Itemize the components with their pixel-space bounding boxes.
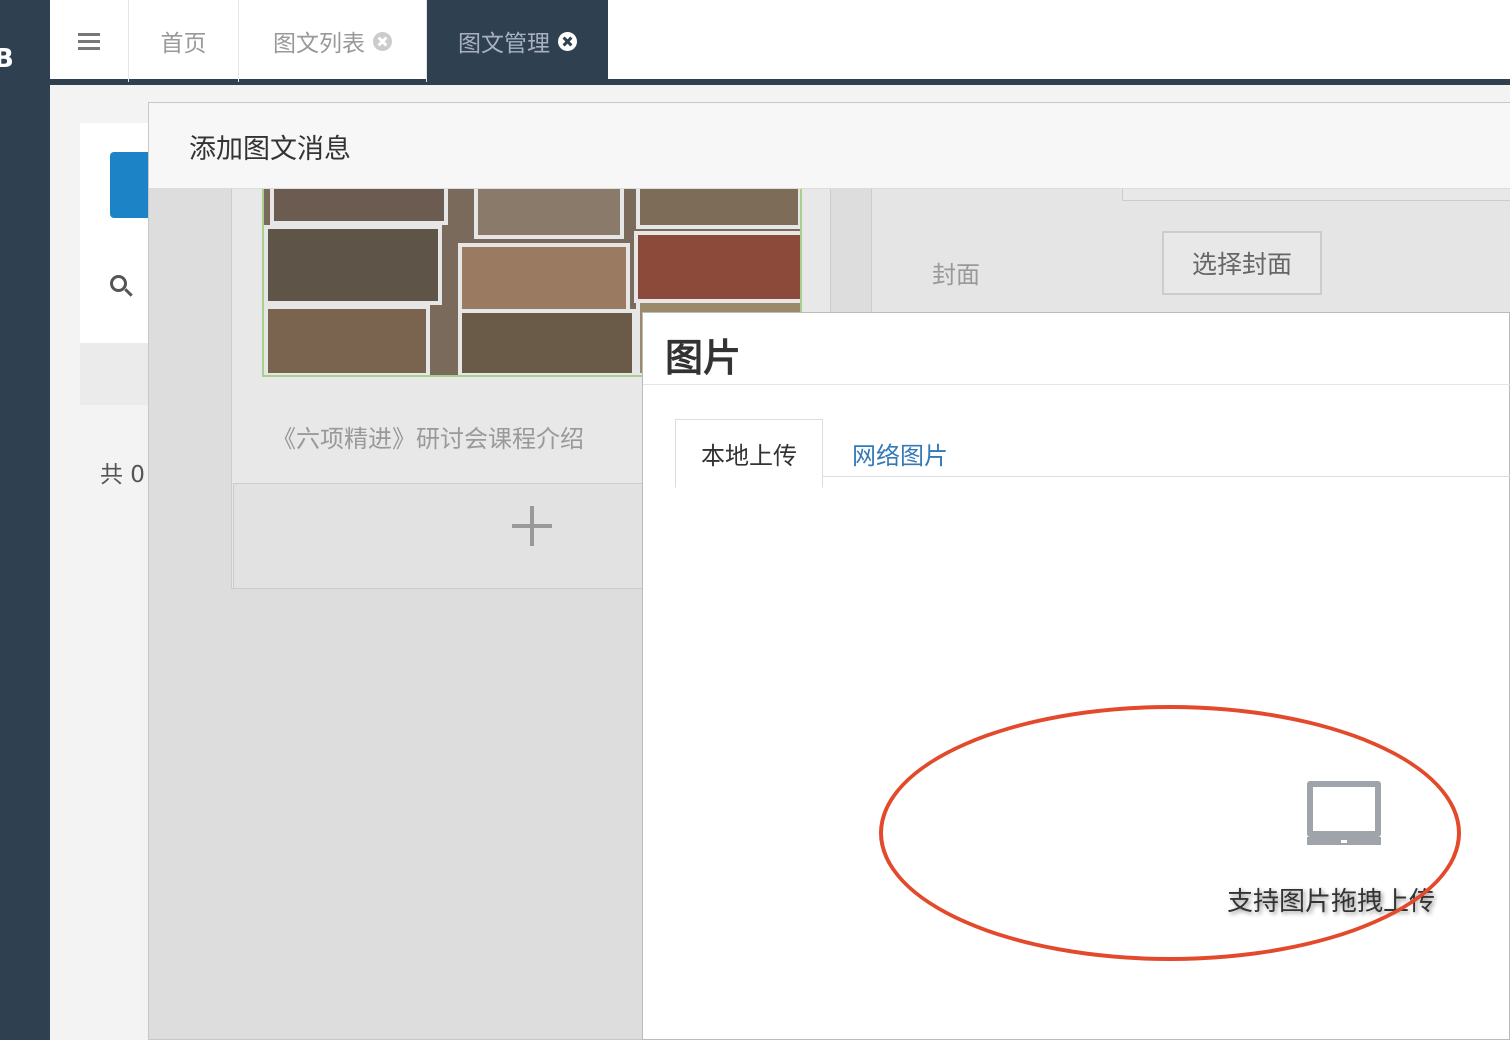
total-count: 共 0	[100, 462, 145, 488]
photo	[458, 309, 636, 375]
photo	[474, 189, 624, 239]
title-input[interactable]	[1122, 189, 1510, 201]
photo	[634, 231, 800, 303]
hamburger-icon	[78, 33, 100, 50]
photo	[458, 243, 630, 313]
photo	[270, 189, 448, 225]
tab-article-list[interactable]: 图文列表	[239, 0, 427, 82]
photo	[636, 189, 800, 229]
add-article-item-button[interactable]	[233, 483, 643, 589]
plus-icon	[512, 506, 552, 546]
annotation-circle	[879, 705, 1461, 961]
modal-title: 添加图文消息	[189, 134, 351, 165]
tab-label: 图文列表	[273, 31, 365, 57]
cover-label: 封面	[932, 261, 980, 289]
close-circle-icon[interactable]	[558, 31, 577, 51]
article-title: 《六项精进》研讨会课程介绍	[272, 425, 584, 453]
close-circle-icon[interactable]	[373, 31, 392, 51]
menu-toggle-button[interactable]	[50, 0, 129, 82]
select-cover-button[interactable]: 选择封面	[1162, 231, 1322, 295]
modal-header: 添加图文消息	[149, 103, 1510, 189]
dialog-tabs: 本地上传 网络图片	[675, 419, 1510, 488]
sidebar: B	[0, 0, 50, 1040]
tab-label: 首页	[160, 31, 207, 57]
search-icon[interactable]	[110, 275, 134, 299]
tab-label: 图文管理	[458, 31, 550, 57]
tab-local-upload[interactable]: 本地上传	[675, 419, 823, 488]
tab-home[interactable]: 首页	[129, 0, 239, 82]
image-dialog: 图片 本地上传 网络图片 支持图片拖拽上传	[642, 312, 1510, 1040]
sidebar-logo: B	[0, 44, 14, 74]
photo	[264, 225, 442, 305]
tab-article-manage[interactable]: 图文管理	[427, 0, 608, 82]
dialog-header: 图片	[643, 313, 1510, 385]
tab-online-image[interactable]: 网络图片	[835, 419, 965, 487]
dialog-title: 图片	[665, 336, 742, 380]
tab-bar: 首页 图文列表 图文管理	[50, 0, 1510, 82]
photo	[264, 305, 430, 375]
